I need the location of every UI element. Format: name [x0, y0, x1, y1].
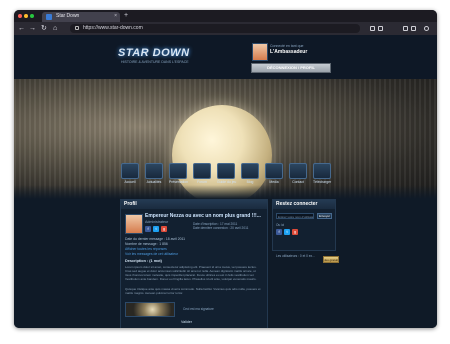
login-submit-button[interactable]: Envoyer	[317, 213, 332, 219]
account-icon[interactable]	[411, 26, 416, 31]
contact-icon	[289, 163, 307, 179]
facebook-icon[interactable]: f	[145, 226, 151, 232]
forward-button[interactable]: →	[29, 24, 36, 33]
profile-avatar	[125, 214, 143, 234]
twitter-icon[interactable]: t	[284, 229, 290, 235]
login-social-links: ftg	[276, 229, 300, 235]
library-icon[interactable]	[403, 26, 408, 31]
menu-label: Présentation	[169, 180, 189, 184]
signature-image	[125, 302, 175, 317]
online-users-note: Les utilisateurs : 0 et 0 ex...	[276, 254, 315, 258]
menu-label: Media	[269, 180, 279, 184]
menu-item-accueil[interactable]: Accueil	[121, 163, 139, 189]
valider-button[interactable]: Valider	[181, 320, 192, 325]
address-bar[interactable]: https://www.star-down.com	[70, 24, 360, 33]
alternate-login-label: Ou ici	[276, 223, 285, 227]
browser-window: Star Down × + ← → ↻ ⌂ https://www.star-d…	[14, 10, 437, 328]
lock-icon	[75, 26, 79, 30]
description-paragraph-2: Quisque tristique ante quis massa viverr…	[125, 287, 261, 295]
description-title: Description : (1 mot)	[125, 259, 162, 263]
nav-bar: ← → ↻ ⌂ https://www.star-down.com	[14, 22, 437, 35]
twitter-icon[interactable]: t	[153, 226, 159, 232]
menu-label: Accueil	[124, 180, 136, 184]
home-button[interactable]: ⌂	[53, 24, 57, 33]
menu-label: Forum	[197, 180, 207, 184]
site-header: STAR DOWN HISTOIRE & AVENTURE DANS L'ESP…	[14, 35, 437, 79]
facebook-icon[interactable]: f	[276, 229, 282, 235]
description-paragraph: Lorem ipsum dolor sit amet, consectetur …	[125, 265, 257, 281]
menu-item-presentation[interactable]: Présentation	[169, 163, 189, 189]
profile-heading: Profil	[121, 200, 267, 209]
google-plus-icon[interactable]: g	[292, 229, 298, 235]
favicon-icon	[46, 14, 52, 20]
menu-label: Actualités	[146, 180, 162, 184]
profile-role: Administrateur	[145, 220, 169, 224]
tab-title: Star Down	[56, 13, 80, 19]
menu-item-media[interactable]: Media	[265, 163, 283, 189]
tab-close-icon[interactable]: ×	[114, 13, 117, 20]
user-account-button[interactable]: DÉCONNEXION / PROFIL	[251, 63, 331, 73]
site-tagline: HISTOIRE & AVENTURE DANS L'ESPACE	[121, 60, 189, 64]
download-icon	[313, 163, 331, 179]
menu-item-actualites[interactable]: Actualités	[145, 163, 163, 189]
username-input[interactable]: Entrez votre nom d'utilisateur	[276, 213, 314, 219]
new-tab-button[interactable]: +	[124, 11, 128, 20]
guide-icon	[217, 163, 235, 179]
profile-social-links: ftg	[145, 226, 169, 232]
site-logo[interactable]: STAR DOWN	[118, 47, 190, 60]
menu-item-forum[interactable]: Forum	[193, 163, 211, 189]
menu-item-telecharger[interactable]: Télécharger	[313, 163, 331, 189]
close-window-button[interactable]	[18, 14, 22, 18]
forum-icon	[193, 163, 211, 179]
menu-label: Télécharger	[313, 180, 332, 184]
presentation-icon	[169, 163, 187, 179]
menu-icon[interactable]	[424, 26, 429, 31]
login-panel: Restez connecter Entrez votre nom d'util…	[272, 199, 336, 251]
home-icon	[121, 163, 139, 179]
news-icon	[145, 163, 163, 179]
blog-icon	[241, 163, 259, 179]
profile-last-login: Date dernière connexion : 20 avril 2011	[193, 226, 249, 230]
minimize-window-button[interactable]	[24, 14, 28, 18]
menu-item-guide[interactable]: Guide du jeu	[217, 163, 237, 189]
menu-item-blog[interactable]: Blog	[241, 163, 259, 189]
maximize-window-button[interactable]	[30, 14, 34, 18]
profile-title: Empereur Nezza ou avec un nom plus grand…	[145, 213, 261, 219]
menu-label: Contact	[292, 180, 304, 184]
menu-label: Guide du jeu	[217, 180, 237, 184]
menu-label: Blog	[246, 180, 254, 184]
back-button[interactable]: ←	[18, 24, 25, 33]
media-icon	[265, 163, 283, 179]
tab-bar: Star Down × +	[14, 10, 437, 22]
user-name[interactable]: L'Ambassadeur	[270, 49, 307, 56]
reload-button[interactable]: ↻	[41, 24, 47, 33]
google-plus-icon[interactable]: g	[161, 226, 167, 232]
tab-star-down[interactable]: Star Down ×	[42, 12, 120, 22]
play-free-button[interactable]: Jeu gratuit	[323, 256, 339, 263]
menu-item-contact[interactable]: Contact	[289, 163, 307, 189]
page-content: STAR DOWN HISTOIRE & AVENTURE DANS L'ESP…	[14, 35, 437, 328]
user-avatar[interactable]	[252, 43, 268, 61]
login-heading: Restez connecter	[273, 200, 335, 209]
signature-caption: Ceci est ma signature	[183, 307, 214, 311]
url-text: https://www.star-down.com	[83, 25, 143, 31]
extensions-icon[interactable]	[370, 26, 375, 31]
user-messages-link[interactable]: Voir les messages de cet utilisateur	[125, 252, 178, 257]
profile-panel: Profil Empereur Nezza ou avec un nom plu…	[120, 199, 268, 328]
downloads-icon[interactable]	[378, 26, 383, 31]
